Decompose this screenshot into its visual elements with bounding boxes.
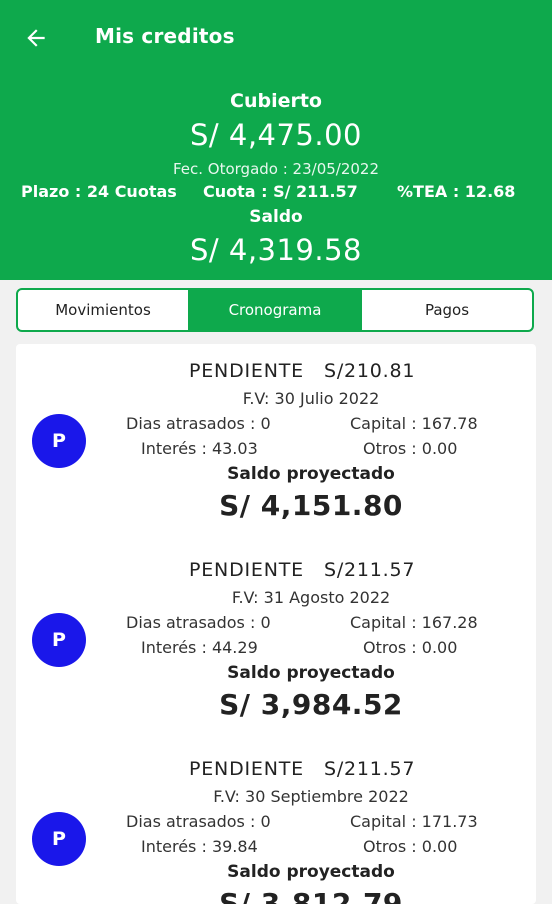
pending-badge-icon: P <box>32 613 86 667</box>
installment-amount: S/210.81 <box>323 360 416 382</box>
due-date: F.V: 30 Julio 2022 <box>242 389 380 408</box>
others: Otros : 0.00 <box>363 439 458 458</box>
back-button[interactable] <box>18 20 54 56</box>
installment-status: PENDIENTE <box>189 758 304 780</box>
list-item[interactable]: P PENDIENTE S/211.57 F.V: 31 Agosto 2022 … <box>16 543 536 741</box>
app-bar: Mis creditos <box>0 0 552 76</box>
balance-value: S/ 4,319.58 <box>189 233 363 267</box>
tab-pagos[interactable]: Pagos <box>360 290 532 330</box>
arrow-left-icon <box>27 29 45 47</box>
interest: Interés : 43.03 <box>141 439 258 458</box>
balance-label: Saldo <box>249 207 303 227</box>
projected-balance-value: S/ 3,984.52 <box>219 688 403 721</box>
term-tea: %TEA : 12.68 <box>397 182 516 201</box>
installment-status: PENDIENTE <box>189 559 304 581</box>
credit-status: Cubierto <box>230 90 322 112</box>
page-title: Mis creditos <box>95 24 235 48</box>
projected-balance-label: Saldo proyectado <box>227 663 395 683</box>
pending-badge-icon: P <box>32 414 86 468</box>
installment-amount: S/211.57 <box>323 758 416 780</box>
days-late: Dias atrasados : 0 <box>126 812 271 831</box>
days-late: Dias atrasados : 0 <box>126 613 271 632</box>
projected-balance-value: S/ 4,151.80 <box>219 489 403 522</box>
tab-bar: Movimientos Cronograma Pagos <box>16 288 534 332</box>
credit-amount: S/ 4,475.00 <box>189 118 363 152</box>
due-date: F.V: 31 Agosto 2022 <box>231 588 391 607</box>
installment-header: PENDIENTE S/211.57 <box>189 559 415 581</box>
tab-movimientos[interactable]: Movimientos <box>18 290 188 330</box>
installment-amount: S/211.57 <box>323 559 416 581</box>
interest: Interés : 39.84 <box>141 837 258 856</box>
term-cuota: Cuota : S/ 211.57 <box>203 182 358 201</box>
projected-balance-label: Saldo proyectado <box>227 862 395 882</box>
installment-header: PENDIENTE S/210.81 <box>189 360 415 382</box>
days-late: Dias atrasados : 0 <box>126 414 271 433</box>
term-plazo: Plazo : 24 Cuotas <box>21 182 177 201</box>
interest: Interés : 44.29 <box>141 638 258 657</box>
list-item[interactable]: P PENDIENTE S/210.81 F.V: 30 Julio 2022 D… <box>16 344 536 542</box>
credit-summary: Cubierto S/ 4,475.00 Fec. Otorgado : 23/… <box>0 76 552 280</box>
list-item[interactable]: P PENDIENTE S/211.57 F.V: 30 Septiembre 2… <box>16 742 536 904</box>
capital: Capital : 171.73 <box>350 812 478 831</box>
capital: Capital : 167.28 <box>350 613 478 632</box>
tab-cronograma[interactable]: Cronograma <box>188 290 360 330</box>
capital: Capital : 167.78 <box>350 414 478 433</box>
pending-badge-icon: P <box>32 812 86 866</box>
installment-header: PENDIENTE S/211.57 <box>189 758 415 780</box>
grant-date: Fec. Otorgado : 23/05/2022 <box>172 160 380 178</box>
others: Otros : 0.00 <box>363 638 458 657</box>
projected-balance-label: Saldo proyectado <box>227 464 395 484</box>
projected-balance-value: S/ 3,812.79 <box>219 887 403 904</box>
schedule-list[interactable]: P PENDIENTE S/210.81 F.V: 30 Julio 2022 D… <box>16 344 536 904</box>
others: Otros : 0.00 <box>363 837 458 856</box>
installment-status: PENDIENTE <box>189 360 304 382</box>
due-date: F.V: 30 Septiembre 2022 <box>213 787 409 806</box>
